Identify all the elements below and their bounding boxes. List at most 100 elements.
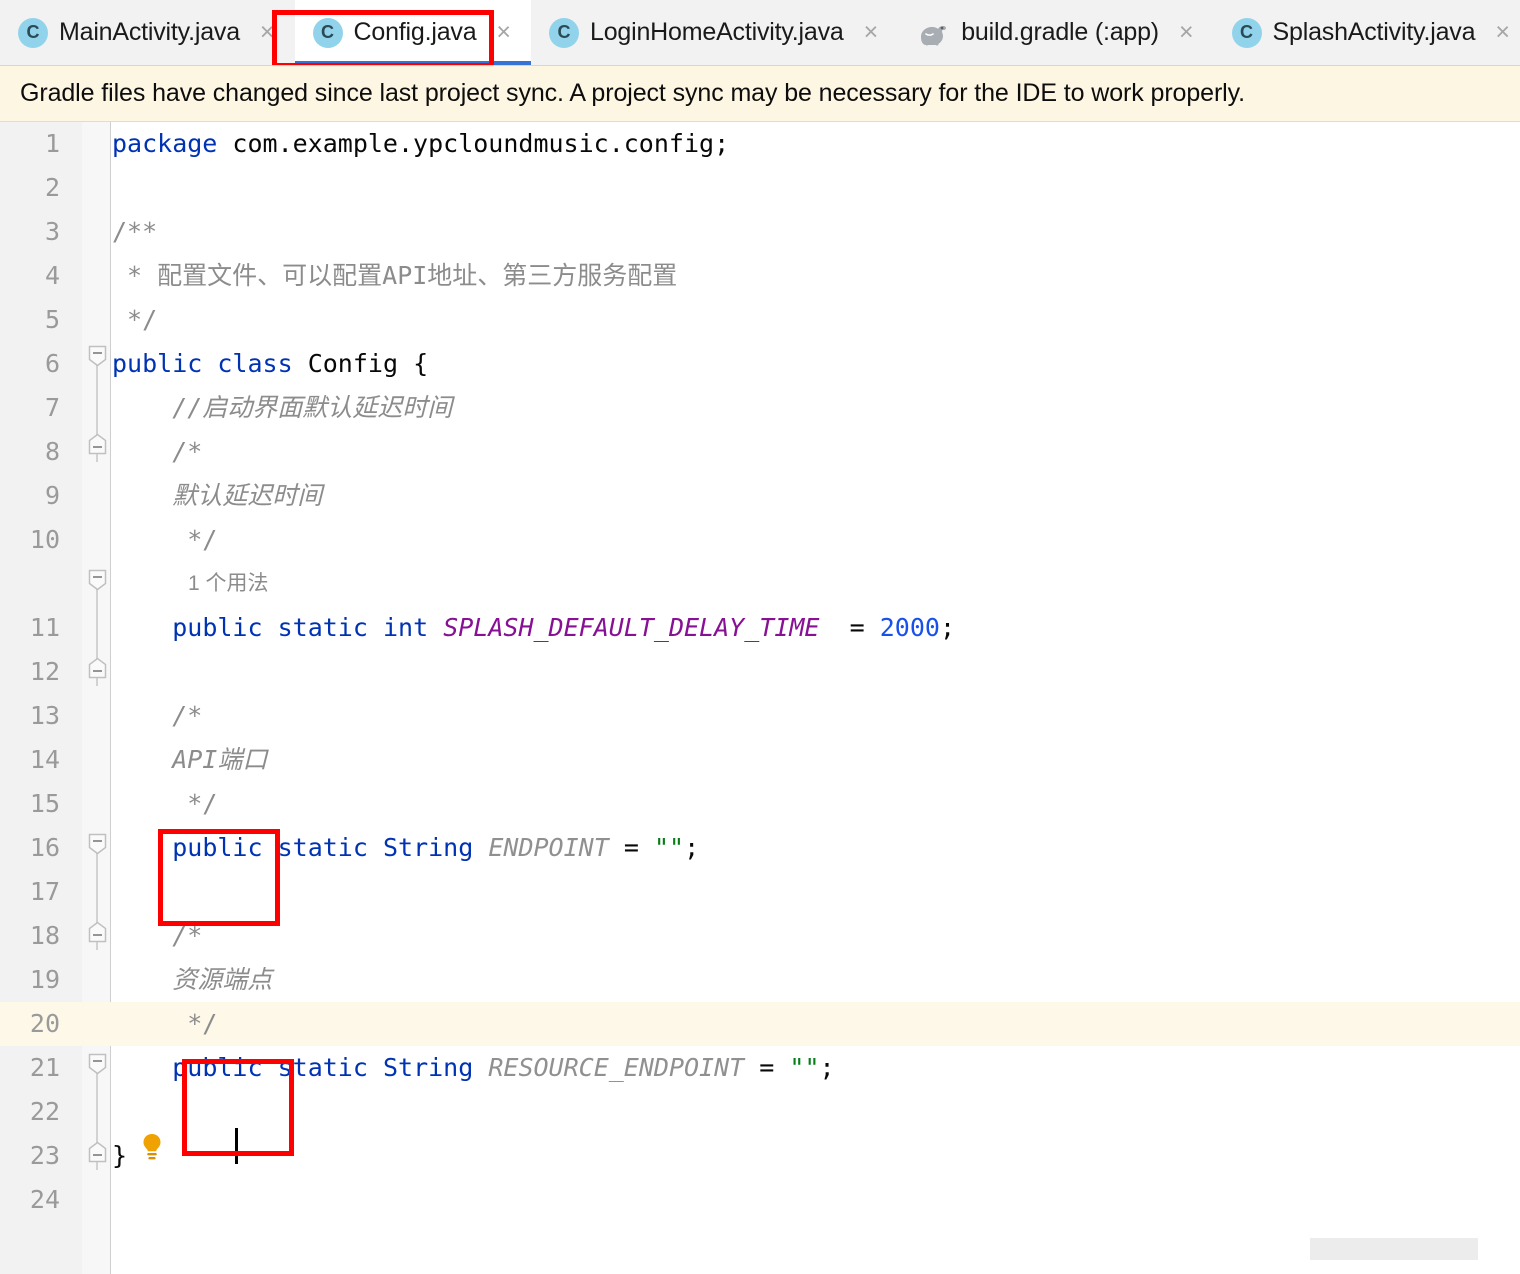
line-number: 6 <box>0 342 60 386</box>
code-line[interactable]: 8 /* <box>0 430 1520 474</box>
fold-collapse-icon[interactable] <box>88 1042 107 1086</box>
code-line[interactable]: 3 /** <box>0 210 1520 254</box>
line-number: 15 <box>0 782 60 826</box>
tab-config[interactable]: C Config.java × <box>295 0 531 65</box>
line-number: 7 <box>0 386 60 430</box>
code-text: public static String RESOURCE_ENDPOINT =… <box>112 1046 835 1090</box>
fold-expand-icon[interactable] <box>88 422 107 466</box>
code-text: */ <box>112 298 157 342</box>
code-line[interactable]: 10 */ <box>0 518 1520 562</box>
line-number: 24 <box>0 1178 60 1222</box>
line-number: 20 <box>0 1002 60 1046</box>
line-number: 5 <box>0 298 60 342</box>
close-icon[interactable]: × <box>1491 18 1514 47</box>
usage-inlay-hint[interactable]: 1 个用法 <box>188 562 269 606</box>
code-line[interactable]: 1 package com.example.ypcloundmusic.confi… <box>0 122 1520 166</box>
fold-expand-icon[interactable] <box>88 646 107 690</box>
code-text: public static int SPLASH_DEFAULT_DELAY_T… <box>112 606 955 650</box>
usage-inlay-hint-row: 1 个用法 <box>0 562 1520 606</box>
code-line[interactable]: 16 public static String ENDPOINT = ""; <box>0 826 1520 870</box>
code-line[interactable]: 13 /* <box>0 694 1520 738</box>
line-number: 16 <box>0 826 60 870</box>
code-line[interactable]: 21 public static String RESOURCE_ENDPOIN… <box>0 1046 1520 1090</box>
fold-expand-icon[interactable] <box>88 910 107 954</box>
code-text: 默认延迟时间 <box>112 474 322 518</box>
line-number: 19 <box>0 958 60 1002</box>
code-line[interactable]: 17 <box>0 870 1520 914</box>
line-number: 4 <box>0 254 60 298</box>
code-line[interactable]: 6 public class Config { <box>0 342 1520 386</box>
line-number: 17 <box>0 870 60 914</box>
line-number: 1 <box>0 122 60 166</box>
code-text: /* <box>112 694 202 738</box>
line-number: 13 <box>0 694 60 738</box>
code-line[interactable]: 24 <box>0 1178 1520 1222</box>
code-text: * 配置文件、可以配置API地址、第三方服务配置 <box>112 254 677 298</box>
java-class-icon: C <box>549 18 579 48</box>
code-line[interactable]: 7 //启动界面默认延迟时间 <box>0 386 1520 430</box>
caret-line-highlight <box>0 1002 1520 1046</box>
code-text: /* <box>112 430 202 474</box>
line-number: 3 <box>0 210 60 254</box>
code-line[interactable]: 18 /* <box>0 914 1520 958</box>
java-class-icon: C <box>1232 18 1262 48</box>
code-text: API端口 <box>112 738 267 782</box>
line-number: 9 <box>0 474 60 518</box>
line-number: 12 <box>0 650 60 694</box>
tab-label: Config.java <box>354 18 477 47</box>
editor-bottom-hint-bar <box>1310 1238 1478 1260</box>
notification-message: Gradle files have changed since last pro… <box>20 79 1245 108</box>
line-number: 14 <box>0 738 60 782</box>
close-icon[interactable]: × <box>256 18 279 47</box>
code-text: public static String ENDPOINT = ""; <box>112 826 699 870</box>
text-caret <box>235 1128 238 1164</box>
code-text: //启动界面默认延迟时间 <box>112 386 452 430</box>
editor-tab-bar[interactable]: C MainActivity.java × C Config.java × C … <box>0 0 1520 66</box>
code-text: public class Config { <box>112 342 428 386</box>
code-text: */ <box>112 518 217 562</box>
code-line[interactable]: 5 */ <box>0 298 1520 342</box>
fold-expand-icon[interactable] <box>88 1130 107 1174</box>
code-text: } <box>112 1134 127 1178</box>
tab-splash-activity[interactable]: C SplashActivity.java × <box>1214 0 1520 65</box>
lightbulb-intention-icon[interactable] <box>138 1124 168 1168</box>
fold-collapse-icon[interactable] <box>88 558 107 602</box>
code-line[interactable]: 20 */ <box>0 1002 1520 1046</box>
code-line[interactable]: 15 */ <box>0 782 1520 826</box>
line-number: 2 <box>0 166 60 210</box>
code-line[interactable]: 22 <box>0 1090 1520 1134</box>
gradle-sync-notification-bar[interactable]: Gradle files have changed since last pro… <box>0 66 1520 122</box>
line-number: 23 <box>0 1134 60 1178</box>
code-line[interactable]: 11 public static int SPLASH_DEFAULT_DELA… <box>0 606 1520 650</box>
code-line[interactable]: 4 * 配置文件、可以配置API地址、第三方服务配置 <box>0 254 1520 298</box>
close-icon[interactable]: × <box>1175 18 1198 47</box>
tab-label: build.gradle (:app) <box>961 18 1159 47</box>
code-text: /* <box>112 914 202 958</box>
code-text: */ <box>112 782 217 826</box>
code-line[interactable]: 12 <box>0 650 1520 694</box>
code-text: /** <box>112 210 157 254</box>
line-number: 21 <box>0 1046 60 1090</box>
tab-label: SplashActivity.java <box>1273 18 1476 47</box>
code-line[interactable]: 19 资源端点 <box>0 958 1520 1002</box>
code-text: 资源端点 <box>112 958 272 1002</box>
close-icon[interactable]: × <box>860 18 883 47</box>
fold-collapse-icon[interactable] <box>88 822 107 866</box>
code-line[interactable]: 9 默认延迟时间 <box>0 474 1520 518</box>
line-number: 11 <box>0 606 60 650</box>
line-number: 10 <box>0 518 60 562</box>
tab-build-gradle[interactable]: build.gradle (:app) × <box>898 0 1213 65</box>
java-class-icon: C <box>18 18 48 48</box>
code-line[interactable]: 14 API端口 <box>0 738 1520 782</box>
tab-login-home-activity[interactable]: C LoginHomeActivity.java × <box>531 0 898 65</box>
code-line[interactable]: 23} <box>0 1134 1520 1178</box>
code-line[interactable]: 2 <box>0 166 1520 210</box>
code-text: */ <box>112 1002 217 1046</box>
close-icon[interactable]: × <box>492 18 515 47</box>
tab-label: LoginHomeActivity.java <box>590 18 844 47</box>
line-number: 8 <box>0 430 60 474</box>
tab-main-activity[interactable]: C MainActivity.java × <box>0 0 295 65</box>
code-text: package com.example.ypcloundmusic.config… <box>112 122 729 166</box>
fold-collapse-icon[interactable] <box>88 334 107 378</box>
code-editor[interactable]: 1 package com.example.ypcloundmusic.confi… <box>0 122 1520 1274</box>
